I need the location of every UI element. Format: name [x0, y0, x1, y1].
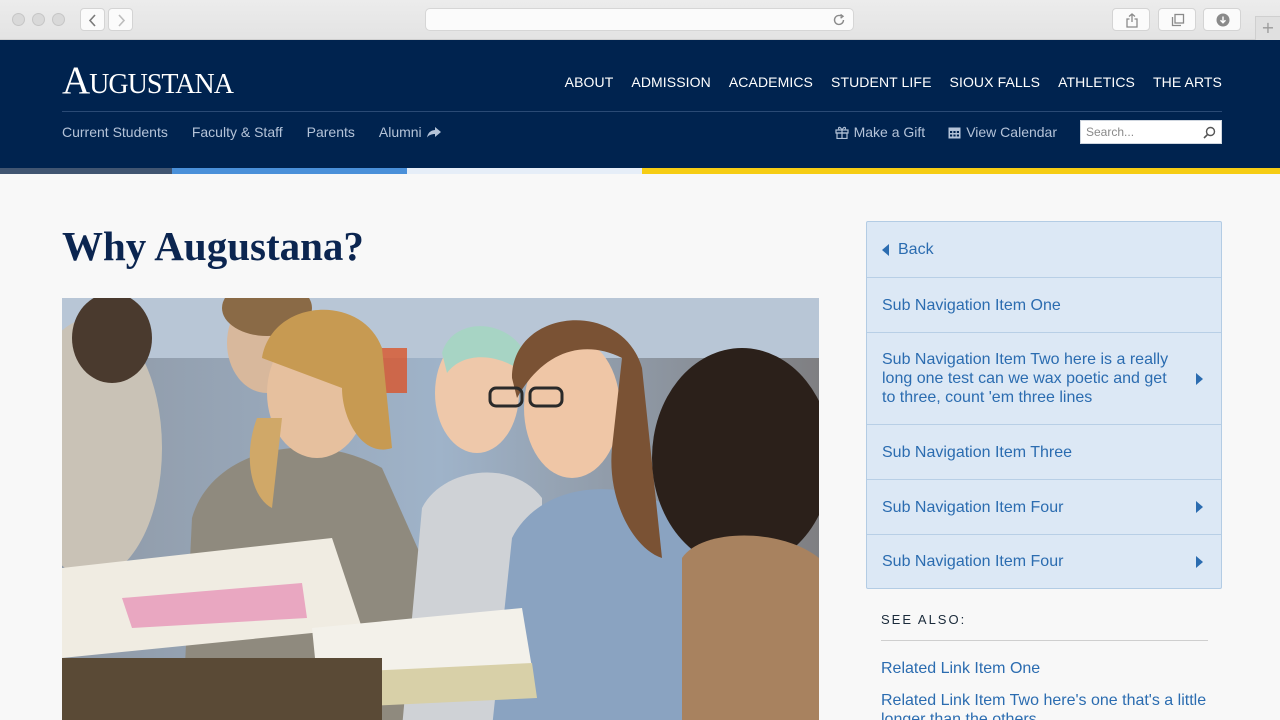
tabs-icon: [1171, 13, 1185, 27]
see-also-divider: [881, 640, 1208, 641]
downloads-button[interactable]: [1203, 8, 1241, 31]
view-calendar-label: View Calendar: [966, 124, 1057, 140]
audience-nav-parents[interactable]: Parents: [307, 124, 355, 140]
main-nav-sioux-falls[interactable]: SIOUX FALLS: [950, 74, 1041, 90]
subnav-back-label: Back: [898, 241, 934, 258]
main-nav-academics[interactable]: ACADEMICS: [729, 74, 813, 90]
main-nav-student-life[interactable]: STUDENT LIFE: [831, 74, 932, 90]
caret-right-icon[interactable]: [1196, 372, 1203, 385]
browser-back-button[interactable]: [80, 8, 105, 31]
make-a-gift-label: Make a Gift: [853, 124, 926, 140]
main-nav-the-arts[interactable]: THE ARTS: [1153, 74, 1222, 90]
subnav-item-label: Sub Navigation Item Four: [882, 498, 1064, 516]
main-nav-about[interactable]: ABOUT: [565, 74, 614, 90]
main-nav-admission[interactable]: ADMISSION: [631, 74, 710, 90]
subnav-item[interactable]: Sub Navigation Item Four: [867, 479, 1221, 534]
audience-nav: Current Students Faculty & Staff Parents…: [62, 124, 441, 140]
subnav-item-label: Sub Navigation Item One: [882, 296, 1061, 314]
header-divider: [62, 111, 1222, 112]
back-icon: [88, 14, 96, 27]
browser-toolbar: +: [0, 0, 1280, 40]
make-a-gift-link[interactable]: Make a Gift: [835, 124, 926, 140]
related-link[interactable]: Related Link Item One: [881, 659, 1211, 678]
site-header: AUGUSTANA ABOUT ADMISSION ACADEMICS STUD…: [0, 40, 1280, 168]
search-input[interactable]: [1081, 121, 1199, 143]
audience-nav-faculty-staff[interactable]: Faculty & Staff: [192, 124, 283, 140]
augustana-logo[interactable]: AUGUSTANA: [62, 60, 234, 106]
calendar-icon: [948, 127, 961, 138]
caret-right-icon[interactable]: [1196, 555, 1203, 568]
tabs-overview-button[interactable]: [1158, 8, 1196, 31]
subnav-item-label: Sub Navigation Item Three: [882, 443, 1073, 461]
page-content: Why Augustana? Back Sub Navigation Item …: [0, 174, 1280, 720]
students-in-classroom-photo: [62, 298, 819, 720]
address-bar[interactable]: [425, 8, 854, 31]
alumni-label: Alumni: [378, 124, 422, 140]
caret-right-icon[interactable]: [1196, 501, 1203, 513]
main-nav-athletics[interactable]: ATHLETICS: [1058, 74, 1135, 90]
subnav-item-label: Sub Navigation Item Four: [882, 553, 1064, 570]
audience-nav-current-students[interactable]: Current Students: [62, 124, 168, 140]
search-icon[interactable]: [1203, 126, 1216, 139]
download-icon: [1216, 13, 1230, 27]
share-icon: [1126, 13, 1138, 28]
page-title: Why Augustana?: [62, 223, 364, 269]
see-also-heading: SEE ALSO:: [881, 612, 967, 627]
related-link[interactable]: Related Link Item Two here's one that's …: [881, 691, 1211, 720]
share-button[interactable]: [1112, 8, 1150, 31]
share-arrow-icon: [426, 126, 441, 137]
audience-nav-alumni[interactable]: Alumni: [379, 124, 441, 140]
subnav-item[interactable]: Sub Navigation Item Four: [867, 534, 1221, 588]
site-search: [1080, 120, 1222, 144]
caret-left-icon: [882, 243, 889, 256]
section-subnav: Back Sub Navigation Item One Sub Navigat…: [866, 221, 1222, 589]
forward-icon: [118, 14, 126, 27]
subnav-item[interactable]: Sub Navigation Item One: [867, 277, 1221, 332]
subnav-item[interactable]: Sub Navigation Item Two here is a really…: [867, 332, 1221, 424]
new-tab-button[interactable]: +: [1255, 16, 1280, 40]
plus-icon: +: [1261, 18, 1275, 37]
subnav-back-link[interactable]: Back: [867, 222, 1221, 277]
main-nav: ABOUT ADMISSION ACADEMICS STUDENT LIFE S…: [565, 74, 1222, 90]
minimize-window-button[interactable]: [32, 13, 45, 26]
subnav-item[interactable]: Sub Navigation Item Three: [867, 424, 1221, 479]
view-calendar-link[interactable]: View Calendar: [948, 124, 1057, 140]
browser-forward-button[interactable]: [108, 8, 133, 31]
subnav-item-label: Sub Navigation Item Two here is a really…: [882, 351, 1169, 406]
utility-nav: Make a Gift View Calendar: [835, 120, 1222, 144]
zoom-window-button[interactable]: [52, 13, 65, 26]
close-window-button[interactable]: [12, 13, 25, 26]
gift-icon: [835, 126, 849, 139]
reload-icon[interactable]: [832, 13, 846, 27]
